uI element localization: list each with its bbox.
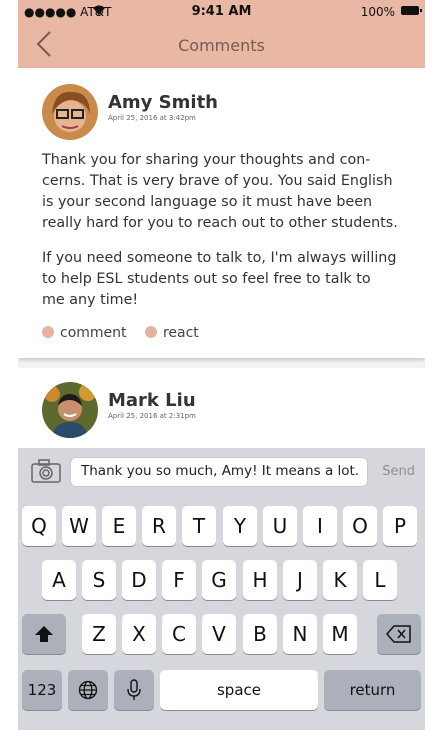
author-name: Amy Smith	[108, 92, 218, 113]
dot-icon	[144, 326, 157, 338]
key-h[interactable]: H	[243, 560, 277, 600]
key-j[interactable]: J	[283, 560, 317, 600]
key-v[interactable]: V	[202, 614, 236, 654]
send-button[interactable]: Send	[382, 464, 415, 479]
return-key[interactable]: return	[324, 670, 421, 710]
app-frame: ●●●●● AT&T 9:41 AM 100% Comments Amy Smi…	[18, 0, 425, 730]
backspace-icon	[386, 625, 411, 643]
battery-icon	[401, 6, 422, 15]
key-m[interactable]: M	[323, 614, 357, 654]
key-d[interactable]: D	[122, 560, 156, 600]
key-i[interactable]: I	[303, 506, 337, 546]
composer-bar: Send	[18, 448, 425, 496]
comment-card: Amy Smith April 25, 2016 at 3:42pm Thank…	[18, 68, 425, 358]
key-n[interactable]: N	[283, 614, 317, 654]
globe-key[interactable]	[68, 670, 108, 710]
microphone-icon	[127, 679, 141, 700]
key-o[interactable]: O	[343, 506, 377, 546]
microphone-key[interactable]	[114, 670, 154, 710]
key-l[interactable]: L	[363, 560, 397, 600]
keyboard: Q W E R T Y U I O P A S D F G H J K L Z …	[18, 496, 425, 730]
key-q[interactable]: Q	[22, 506, 56, 546]
key-y[interactable]: Y	[223, 506, 257, 546]
numbers-key[interactable]: 123	[22, 670, 62, 710]
key-w[interactable]: W	[62, 506, 96, 546]
comment-input[interactable]	[71, 458, 381, 484]
camera-icon	[31, 459, 61, 483]
shift-key[interactable]	[22, 614, 66, 654]
dot-icon	[42, 326, 54, 338]
space-key[interactable]: space	[160, 670, 318, 710]
key-p[interactable]: P	[383, 506, 417, 546]
text-line: me any time!	[42, 292, 139, 308]
battery-label: 100%	[360, 5, 395, 19]
key-x[interactable]: X	[122, 614, 156, 654]
avatar	[42, 382, 98, 438]
key-s[interactable]: S	[82, 560, 116, 600]
comment-field[interactable]	[70, 457, 381, 487]
shift-icon	[35, 626, 53, 642]
comment-text: Thank you for sharing your thoughts and …	[42, 150, 412, 311]
comment-date: April 25, 2016 at 2:31pm	[108, 412, 196, 420]
key-z[interactable]: Z	[82, 614, 116, 654]
comment-action-label: comment	[60, 325, 127, 341]
globe-icon	[78, 680, 98, 700]
comment-action-button[interactable]: comment	[42, 325, 127, 341]
text-line: is your second language so it must have …	[42, 194, 373, 210]
key-g[interactable]: G	[202, 560, 236, 600]
page-title: Comments	[178, 36, 265, 55]
avatar	[42, 84, 98, 140]
comment-actions: comment react	[42, 325, 213, 341]
key-t[interactable]: T	[182, 506, 216, 546]
author-name: Mark Liu	[108, 390, 196, 411]
key-u[interactable]: U	[263, 506, 297, 546]
text-line: Thank you for sharing your thoughts and …	[42, 152, 371, 168]
key-r[interactable]: R	[142, 506, 176, 546]
text-line: If you need someone to talk to, I'm alwa…	[42, 250, 397, 266]
react-action-button[interactable]: react	[144, 325, 199, 341]
key-a[interactable]: A	[42, 560, 76, 600]
top-bar: ●●●●● AT&T 9:41 AM 100% Comments	[18, 0, 425, 68]
text-line: cerns. That is very brave of you. You sa…	[42, 173, 393, 189]
key-f[interactable]: F	[162, 560, 196, 600]
key-b[interactable]: B	[243, 614, 277, 654]
text-line: really hard for you to reach out to othe…	[42, 215, 398, 231]
nav-bar: Comments	[18, 22, 425, 68]
key-e[interactable]: E	[102, 506, 136, 546]
key-k[interactable]: K	[323, 560, 357, 600]
status-bar: ●●●●● AT&T 9:41 AM 100%	[18, 0, 425, 22]
key-c[interactable]: C	[162, 614, 196, 654]
camera-button[interactable]	[30, 458, 62, 484]
backspace-key[interactable]	[377, 614, 421, 654]
react-action-label: react	[162, 325, 199, 341]
comment-date: April 25, 2016 at 3:42pm	[108, 114, 196, 122]
text-line: to help ESL students out so feel free to…	[42, 271, 371, 287]
